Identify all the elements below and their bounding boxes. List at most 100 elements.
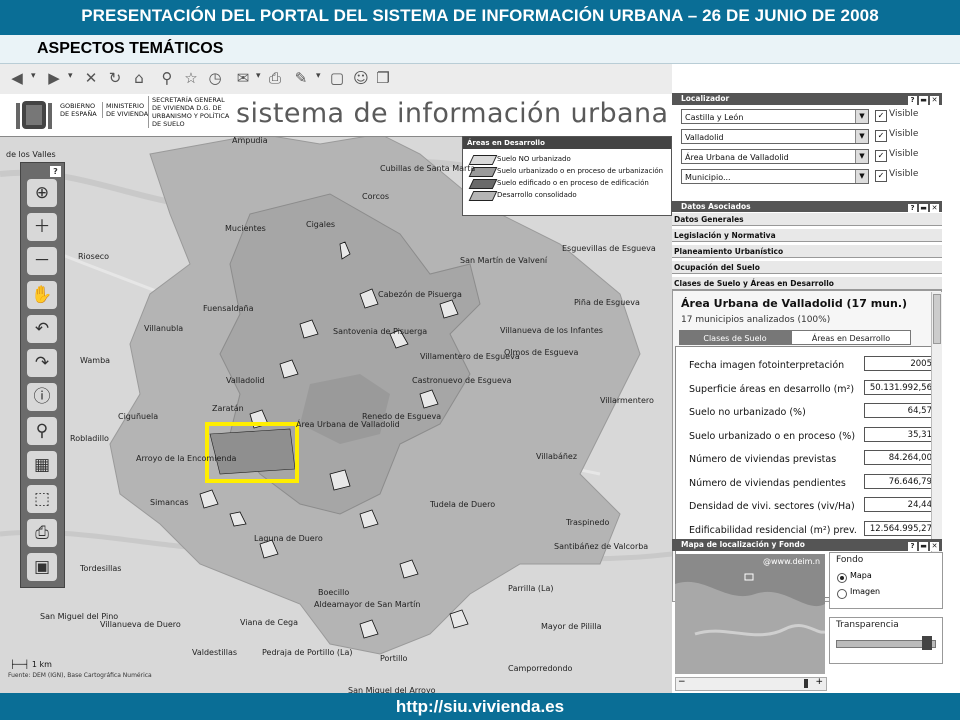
mapa-fondo-close-icon[interactable]: ✕ xyxy=(930,542,939,551)
chevron-down-icon[interactable]: ▼ xyxy=(855,130,868,143)
datos-section[interactable]: Clases de Suelo y Áreas en Desarrollo xyxy=(672,276,942,290)
stat-value: 50.131.992,56 xyxy=(864,379,936,395)
print-icon[interactable]: ⎙ xyxy=(266,69,284,87)
stat-row: Suelo no urbanizado (%) 64,57 xyxy=(684,402,936,422)
mail-dropdown-icon[interactable]: ▾ xyxy=(256,71,261,81)
full-extent-icon[interactable]: ⊕ xyxy=(27,179,57,207)
map-label: Boecillo xyxy=(318,588,350,597)
stat-value: 35,31 xyxy=(864,426,936,442)
map-label: Arroyo de la Encomienda xyxy=(136,454,237,463)
pan-hand-icon[interactable]: ✋ xyxy=(27,281,57,309)
localizador-row: Castilla y León ▼ ✓ Visible xyxy=(681,109,949,127)
localizador-select[interactable]: Castilla y León ▼ xyxy=(681,109,869,124)
visible-checkbox[interactable]: ✓ xyxy=(875,130,887,142)
stat-row: Suelo urbanizado o en proceso (%) 35,31 xyxy=(684,426,936,446)
datos-section[interactable]: Legislación y Normativa xyxy=(672,228,942,242)
datos-section[interactable]: Planeamiento Urbanístico xyxy=(672,244,942,258)
map-label: Santibáñez de Valcorba xyxy=(554,542,649,551)
overview-zoom-in-icon[interactable]: + xyxy=(815,677,823,687)
info-icon[interactable]: ⓘ xyxy=(27,383,57,411)
map-source: Fuente: DEM (IGN), Base Cartográfica Num… xyxy=(8,672,152,679)
map-label: Fuensaldaña xyxy=(203,304,254,313)
transparencia-thumb[interactable] xyxy=(922,636,932,650)
search-icon[interactable]: ⚲ xyxy=(158,69,176,87)
scale-label: 1 km xyxy=(31,660,52,669)
transparencia-slider[interactable] xyxy=(836,640,936,648)
next-view-icon[interactable]: ↷ xyxy=(27,349,57,377)
presentation-title: PRESENTACIÓN DEL PORTAL DEL SISTEMA DE I… xyxy=(81,6,879,25)
mapa-fondo-help-icon[interactable]: ? xyxy=(908,542,917,551)
chevron-down-icon[interactable]: ▼ xyxy=(855,110,868,123)
legend-swatch xyxy=(468,179,498,189)
map-label: Pedraja de Portillo (La) xyxy=(262,648,353,657)
localizador-select[interactable]: Municipio... ▼ xyxy=(681,169,869,184)
stat-label: Número de viviendas pendientes xyxy=(689,477,846,489)
stat-value: 12.564.995,27 xyxy=(864,520,936,536)
previous-view-icon[interactable]: ↶ xyxy=(27,315,57,343)
stat-value: 64,57 xyxy=(864,403,936,418)
localizador-minimize-icon[interactable]: ▬ xyxy=(919,96,928,105)
mail-icon[interactable]: ✉ xyxy=(234,69,252,87)
messenger-icon[interactable]: ☺ xyxy=(352,69,370,87)
refresh-icon[interactable]: ↻ xyxy=(106,69,124,87)
search-map-icon[interactable]: ⚲ xyxy=(27,417,57,445)
localizador-select[interactable]: Valladolid ▼ xyxy=(681,129,869,144)
tab-areas-desarrollo[interactable]: Áreas en Desarrollo xyxy=(791,330,911,345)
zoom-in-icon[interactable]: ＋ xyxy=(27,213,57,241)
localizador-close-icon[interactable]: ✕ xyxy=(930,96,939,105)
datos-section[interactable]: Ocupación del Suelo xyxy=(672,260,942,274)
edit-icon[interactable]: ✎ xyxy=(292,69,310,87)
stop-icon[interactable]: ✕ xyxy=(82,69,100,87)
overview-zoom-thumb[interactable] xyxy=(804,679,808,688)
map-view[interactable]: GOBIERNO DE ESPAÑA MINISTERIO DE VIVIEND… xyxy=(0,94,672,693)
table-icon[interactable]: ▦ xyxy=(27,451,57,479)
chevron-down-icon[interactable]: ▼ xyxy=(855,150,868,163)
tab-clases-suelo[interactable]: Clases de Suelo xyxy=(679,330,791,345)
presentation-subtitle: ASPECTOS TEMÁTICOS xyxy=(37,40,224,57)
map-label: San Martín de Valvení xyxy=(460,256,548,265)
history-icon[interactable]: ◷ xyxy=(206,69,224,87)
map-label: Villabáñez xyxy=(536,452,578,461)
datos-section[interactable]: Datos Generales xyxy=(672,212,942,226)
forward-icon[interactable]: ▶ xyxy=(45,69,63,87)
print-map-icon[interactable]: ⎙ xyxy=(27,519,57,547)
localizador-help-icon[interactable]: ? xyxy=(908,96,917,105)
forward-dropdown-icon[interactable]: ▾ xyxy=(68,71,73,81)
gov-label: GOBIERNO DE ESPAÑA xyxy=(60,102,97,118)
overview-zoom-out-icon[interactable]: − xyxy=(678,677,686,687)
visible-checkbox[interactable]: ✓ xyxy=(875,170,887,182)
fondo-imagen-radio[interactable] xyxy=(837,589,847,599)
stat-value: 76.646,79 xyxy=(864,473,936,489)
map-label: Mucientes xyxy=(225,224,266,233)
fondo-box: Fondo Mapa Imagen xyxy=(829,552,943,609)
fondo-imagen-label: Imagen xyxy=(850,587,881,596)
overview-zoom-bar[interactable]: − + xyxy=(675,677,827,691)
measure-km-icon[interactable]: ⬚ xyxy=(27,485,57,513)
visible-checkbox[interactable]: ✓ xyxy=(875,150,887,162)
area-tabs: Clases de Suelo Áreas en Desarrollo xyxy=(675,330,911,346)
discuss-icon[interactable]: ▢ xyxy=(328,69,346,87)
overview-map[interactable]: @www.deim.n xyxy=(675,554,825,674)
home-icon[interactable]: ⌂ xyxy=(130,69,148,87)
visible-checkbox[interactable]: ✓ xyxy=(875,110,887,122)
chevron-down-icon[interactable]: ▼ xyxy=(855,170,868,183)
map-label: Villanubla xyxy=(144,324,184,333)
map-label: Tudela de Duero xyxy=(430,500,496,509)
toolbar-help-icon[interactable]: ? xyxy=(50,166,61,177)
edit-dropdown-icon[interactable]: ▾ xyxy=(316,71,321,81)
favorites-icon[interactable]: ☆ xyxy=(182,69,200,87)
zoom-out-icon[interactable]: － xyxy=(27,247,57,275)
site-title: sistema de información urbana xyxy=(236,98,669,129)
back-icon[interactable]: ◀ xyxy=(8,69,26,87)
footer-url: http://siu.vivienda.es xyxy=(395,697,565,716)
research-icon[interactable]: ❐ xyxy=(374,69,392,87)
transparencia-label: Transparencia xyxy=(836,620,899,630)
back-dropdown-icon[interactable]: ▾ xyxy=(31,71,36,81)
visible-label: Visible xyxy=(889,129,919,139)
fondo-mapa-radio[interactable] xyxy=(837,573,847,583)
save-icon[interactable]: ▣ xyxy=(27,553,57,581)
mapa-fondo-minimize-icon[interactable]: ▬ xyxy=(919,542,928,551)
datos-title: Datos Asociados xyxy=(681,202,751,211)
area-scrollbar-thumb[interactable] xyxy=(933,294,941,344)
localizador-select[interactable]: Área Urbana de Valladolid ▼ xyxy=(681,149,869,164)
